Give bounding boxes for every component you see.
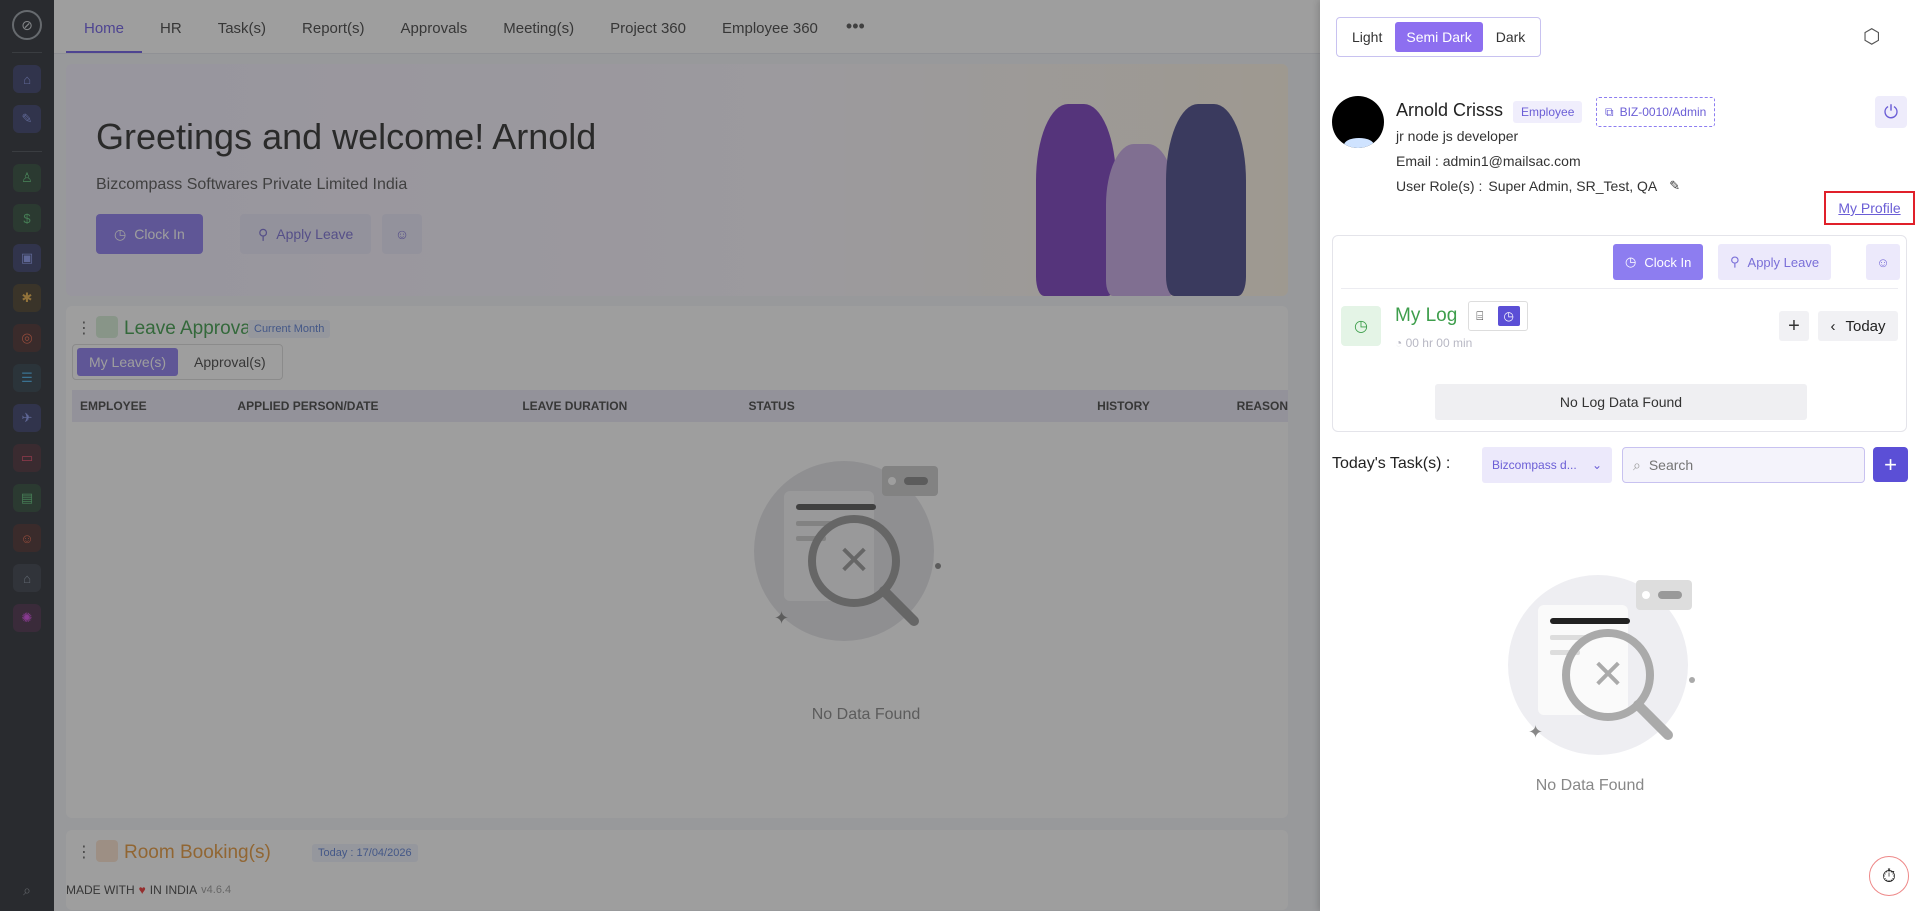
today-date-button[interactable]: ‹ Today	[1818, 311, 1898, 341]
clock-icon: ◷	[1625, 254, 1637, 269]
my-profile-link[interactable]: My Profile	[1838, 200, 1900, 216]
edit-pencil-icon[interactable]: ✎	[1669, 178, 1680, 194]
logout-power-icon[interactable]: ⏻	[1875, 96, 1907, 128]
employee-code: BIZ-0010/Admin	[1619, 105, 1707, 119]
panel-clock-in-label: Clock In	[1644, 254, 1692, 270]
employee-badge: Employee	[1513, 101, 1583, 123]
log-duration-value: 00 hr 00 min	[1405, 336, 1473, 350]
task-search-input[interactable]	[1648, 457, 1829, 473]
profile-name: Arnold Crisss	[1396, 100, 1504, 120]
panel-clock-in-button[interactable]: ◷ Clock In	[1613, 244, 1704, 280]
theme-light[interactable]: Light	[1341, 22, 1393, 52]
copy-icon: ⧉	[1605, 104, 1614, 119]
email-label: Email :	[1396, 153, 1439, 169]
chevron-down-icon: ⌄	[1591, 458, 1602, 472]
log-history-icon: ◷	[1341, 306, 1381, 346]
clock-toggle-icon[interactable]: ◷	[1497, 306, 1520, 326]
panel-apply-leave-button[interactable]: ⚲ Apply Leave	[1718, 244, 1832, 280]
today-label: Today	[1845, 317, 1886, 335]
no-log-message: No Log Data Found	[1435, 384, 1807, 420]
roles-label: User Role(s) :	[1396, 178, 1483, 194]
stopwatch-icon: ◔	[1395, 336, 1403, 350]
theme-semi-dark[interactable]: Semi Dark	[1395, 22, 1483, 52]
panel-apply-leave-label: Apply Leave	[1747, 254, 1820, 270]
user-roles-row: User Role(s) : Super Admin, SR_Test, QA …	[1396, 178, 1680, 194]
my-log-title: My Log	[1395, 305, 1458, 326]
log-duration: ◔ 00 hr 00 min	[1395, 336, 1472, 350]
box-settings-icon[interactable]: ⬡	[1863, 24, 1891, 52]
company-select-value: Bizcompass d...	[1492, 458, 1577, 472]
chevron-left-icon[interactable]: ‹	[1830, 318, 1835, 335]
theme-dark[interactable]: Dark	[1485, 22, 1537, 52]
no-data-illustration: ✕ ✦	[1508, 575, 1695, 755]
face-scan-icon: ☺	[1876, 254, 1890, 270]
add-log-button[interactable]: +	[1779, 311, 1809, 341]
task-search-box: ⌕	[1622, 447, 1865, 483]
leave-icon: ⚲	[1730, 254, 1740, 269]
employee-code-badge[interactable]: ⧉ BIZ-0010/Admin	[1596, 97, 1716, 127]
email-row: Email : admin1@mailsac.com	[1396, 153, 1581, 169]
no-tasks-text: No Data Found	[1535, 777, 1645, 794]
add-task-button[interactable]: +	[1873, 447, 1908, 482]
my-log-card: ◷ Clock In ⚲ Apply Leave ☺ ◷ My Log ⌸ ◷ …	[1332, 235, 1907, 432]
company-select[interactable]: Bizcompass d... ⌄	[1482, 447, 1612, 483]
job-title: jr node js developer	[1396, 128, 1519, 144]
email-value: admin1@mailsac.com	[1442, 153, 1581, 169]
roles-value: Super Admin, SR_Test, QA	[1488, 178, 1658, 194]
stopwatch-icon[interactable]: ⏱	[1869, 856, 1909, 896]
modal-backdrop[interactable]	[0, 0, 1320, 911]
divider	[1341, 288, 1898, 289]
my-profile-highlight: My Profile	[1824, 191, 1915, 225]
theme-switcher: Light Semi Dark Dark	[1336, 17, 1542, 57]
svg-text:✕: ✕	[1591, 653, 1625, 697]
profile-drawer: Light Semi Dark Dark ⬡ Arnold Crisss Emp…	[1320, 0, 1919, 911]
svg-text:✦: ✦	[1528, 722, 1543, 742]
avatar[interactable]	[1332, 96, 1384, 148]
panel-face-scan-button[interactable]: ☺	[1866, 244, 1900, 280]
todays-tasks-label: Today's Task(s) :	[1332, 455, 1451, 472]
log-view-toggle: ⌸ ◷	[1468, 301, 1528, 331]
search-icon: ⌕	[1633, 456, 1641, 473]
camera-icon[interactable]: ⌸	[1476, 309, 1483, 324]
